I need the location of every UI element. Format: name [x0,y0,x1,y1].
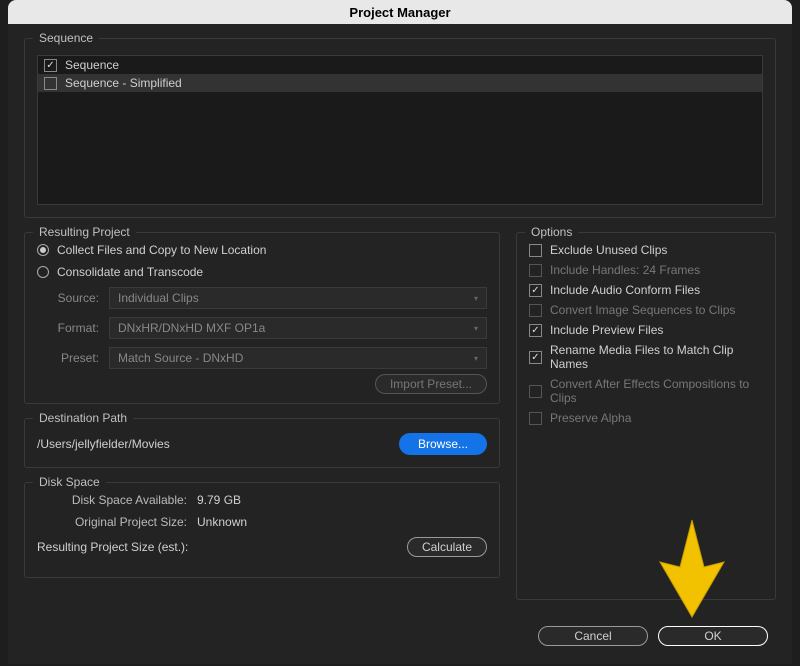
chevron-down-icon: ▾ [474,324,478,333]
option-convert-image-seq: Convert Image Sequences to Clips [529,303,763,317]
sequence-row[interactable]: Sequence [38,56,762,74]
option-audio-conform[interactable]: Include Audio Conform Files [529,283,763,297]
checkbox-icon[interactable] [529,324,542,337]
option-label: Include Audio Conform Files [550,283,700,297]
checkbox-icon [529,304,542,317]
calculate-button[interactable]: Calculate [407,537,487,557]
destination-legend: Destination Path [33,411,133,425]
disk-resulting-label: Resulting Project Size (est.): [37,540,407,554]
disk-available-label: Disk Space Available: [37,493,187,507]
option-convert-ae: Convert After Effects Compositions to Cl… [529,377,763,405]
resulting-project-section: Resulting Project Collect Files and Copy… [24,232,500,404]
option-label: Convert Image Sequences to Clips [550,303,735,317]
option-preview-files[interactable]: Include Preview Files [529,323,763,337]
sequence-label: Sequence [65,58,119,72]
browse-button[interactable]: Browse... [399,433,487,455]
dialog-footer: Cancel OK [538,626,768,646]
window-title: Project Manager [349,5,450,20]
ok-button[interactable]: OK [658,626,768,646]
destination-section: Destination Path /Users/jellyfielder/Mov… [24,418,500,468]
sequence-label: Sequence - Simplified [65,76,182,90]
disk-legend: Disk Space [33,475,106,489]
radio-icon[interactable] [37,244,49,256]
sequence-legend: Sequence [33,31,99,45]
option-label: Include Handles: 24 Frames [550,263,700,277]
chevron-down-icon: ▾ [474,294,478,303]
preset-select: Match Source - DNxHD ▾ [109,347,487,369]
destination-path: /Users/jellyfielder/Movies [37,437,170,451]
format-label: Format: [37,321,99,335]
checkbox-icon[interactable] [529,244,542,257]
source-select: Individual Clips ▾ [109,287,487,309]
option-label: Convert After Effects Compositions to Cl… [550,377,763,405]
resulting-legend: Resulting Project [33,225,136,239]
option-label: Preserve Alpha [550,411,631,425]
option-exclude-unused[interactable]: Exclude Unused Clips [529,243,763,257]
cancel-button[interactable]: Cancel [538,626,648,646]
radio-label: Collect Files and Copy to New Location [57,243,266,257]
titlebar: Project Manager [8,0,792,24]
disk-original-value: Unknown [197,515,247,529]
option-label: Include Preview Files [550,323,663,337]
checkbox-icon [529,264,542,277]
option-label: Exclude Unused Clips [550,243,667,257]
radio-collect[interactable]: Collect Files and Copy to New Location [37,243,487,257]
disk-space-section: Disk Space Disk Space Available: 9.79 GB… [24,482,500,578]
checkbox-icon[interactable] [529,351,542,364]
format-select: DNxHR/DNxHD MXF OP1a ▾ [109,317,487,339]
checkbox-icon[interactable] [529,284,542,297]
radio-icon[interactable] [37,266,49,278]
import-preset-button: Import Preset... [375,374,487,394]
project-manager-dialog: Sequence Sequence Sequence - Simplified … [8,24,792,664]
option-label: Rename Media Files to Match Clip Names [550,343,763,371]
checkbox-icon [529,385,542,398]
disk-available-value: 9.79 GB [197,493,241,507]
sequence-checkbox[interactable] [44,59,57,72]
option-include-handles: Include Handles: 24 Frames [529,263,763,277]
chevron-down-icon: ▾ [474,354,478,363]
sequence-checkbox[interactable] [44,77,57,90]
source-label: Source: [37,291,99,305]
options-section: Options Exclude Unused Clips Include Han… [516,232,776,600]
preset-label: Preset: [37,351,99,365]
radio-label: Consolidate and Transcode [57,265,203,279]
sequence-list[interactable]: Sequence Sequence - Simplified [37,55,763,205]
option-rename-media[interactable]: Rename Media Files to Match Clip Names [529,343,763,371]
option-preserve-alpha: Preserve Alpha [529,411,763,425]
radio-consolidate[interactable]: Consolidate and Transcode [37,265,487,279]
checkbox-icon [529,412,542,425]
options-legend: Options [525,225,578,239]
sequence-row[interactable]: Sequence - Simplified [38,74,762,92]
sequence-section: Sequence Sequence Sequence - Simplified [24,38,776,218]
disk-original-label: Original Project Size: [37,515,187,529]
